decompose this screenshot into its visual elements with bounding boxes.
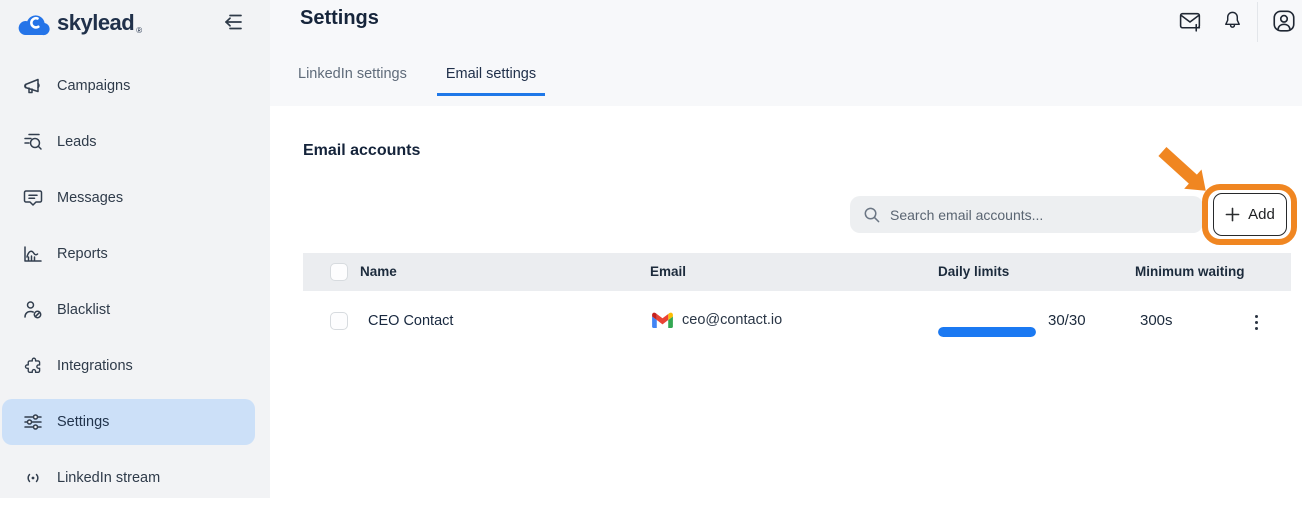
megaphone-icon bbox=[22, 75, 44, 97]
row-actions-menu-button[interactable] bbox=[1244, 308, 1268, 336]
sidebar-item-label: Leads bbox=[57, 134, 97, 150]
search-email-accounts[interactable] bbox=[850, 196, 1203, 233]
sidebar-item-messages[interactable]: Messages bbox=[2, 175, 255, 221]
sidebar-item-label: Settings bbox=[57, 414, 109, 430]
sidebar-item-reports[interactable]: Reports bbox=[2, 231, 255, 277]
sidebar-item-label: LinkedIn stream bbox=[57, 470, 160, 486]
column-header-name: Name bbox=[360, 264, 397, 279]
account-email: ceo@contact.io bbox=[682, 312, 782, 328]
notifications-button[interactable] bbox=[1221, 9, 1244, 32]
collapse-sidebar-icon bbox=[220, 10, 244, 34]
cloud-logo-icon bbox=[16, 11, 50, 36]
add-email-account-button[interactable]: Add bbox=[1213, 193, 1287, 236]
blocked-user-icon bbox=[22, 299, 44, 321]
sliders-icon bbox=[22, 411, 44, 433]
sidebar-item-campaigns[interactable]: Campaigns bbox=[2, 63, 255, 109]
app-root: { "brand": { "name": "skylead", "mark": … bbox=[0, 0, 1302, 498]
sidebar-item-linkedin-stream[interactable]: LinkedIn stream bbox=[2, 455, 255, 501]
tab-linkedin-settings[interactable]: LinkedIn settings bbox=[298, 64, 407, 96]
mail-plus-icon bbox=[1178, 9, 1203, 34]
broadcast-icon bbox=[22, 467, 44, 489]
search-input[interactable] bbox=[890, 207, 1180, 223]
sidebar-item-leads[interactable]: Leads bbox=[2, 119, 255, 165]
kebab-icon bbox=[1255, 315, 1258, 318]
sidebar-item-label: Blacklist bbox=[57, 302, 110, 318]
registered-mark: ® bbox=[136, 26, 142, 35]
column-header-minimum-waiting: Minimum waiting bbox=[1135, 264, 1257, 279]
sidebar-item-label: Campaigns bbox=[57, 78, 130, 94]
add-button-label: Add bbox=[1248, 206, 1275, 223]
page-title: Settings bbox=[300, 7, 379, 30]
account-icon bbox=[1271, 8, 1297, 34]
brand-logo[interactable]: skylead ® bbox=[16, 8, 142, 38]
table-row: CEO Contact ceo@contact.io 30/30 300s bbox=[303, 291, 1291, 352]
chart-icon bbox=[22, 243, 44, 265]
chat-bubble-icon bbox=[22, 187, 44, 209]
brand-name: skylead bbox=[57, 10, 134, 36]
plus-icon bbox=[1225, 207, 1240, 222]
sidebar-item-label: Messages bbox=[57, 190, 123, 206]
puzzle-icon bbox=[22, 355, 44, 377]
sidebar-item-label: Integrations bbox=[57, 358, 133, 374]
leads-search-icon bbox=[22, 131, 44, 153]
section-title: Email accounts bbox=[303, 142, 420, 160]
new-message-button[interactable] bbox=[1178, 9, 1203, 34]
select-all-checkbox[interactable] bbox=[330, 263, 348, 281]
gmail-icon bbox=[652, 312, 673, 328]
sidebar: skylead ® Campaigns Leads bbox=[0, 0, 270, 498]
sidebar-item-blacklist[interactable]: Blacklist bbox=[2, 287, 255, 333]
sidebar-item-settings[interactable]: Settings bbox=[2, 399, 255, 445]
daily-limit-progress-fill bbox=[938, 327, 1036, 337]
account-email-cell: ceo@contact.io bbox=[652, 312, 782, 328]
account-name: CEO Contact bbox=[368, 313, 453, 329]
email-accounts-table-header: Name Email Daily limits Minimum waiting bbox=[303, 253, 1291, 291]
notifications-bell-icon bbox=[1221, 9, 1244, 32]
search-icon bbox=[862, 205, 881, 224]
tab-email-settings[interactable]: Email settings bbox=[437, 64, 545, 96]
sidebar-item-integrations[interactable]: Integrations bbox=[2, 343, 255, 389]
column-header-daily-limits: Daily limits bbox=[938, 264, 1009, 279]
daily-limit-progress bbox=[938, 327, 1036, 337]
settings-tabs: LinkedIn settings Email settings bbox=[298, 64, 545, 96]
row-checkbox[interactable] bbox=[330, 312, 348, 330]
sidebar-item-label: Reports bbox=[57, 246, 108, 262]
annotation-arrow-icon bbox=[1155, 145, 1211, 197]
topbar-divider bbox=[1257, 2, 1258, 42]
collapse-sidebar-button[interactable] bbox=[218, 8, 246, 36]
account-button[interactable] bbox=[1271, 8, 1297, 34]
column-header-email: Email bbox=[650, 264, 686, 279]
sidebar-nav: Campaigns Leads Messages Reports bbox=[2, 63, 255, 511]
minimum-waiting-value: 300s bbox=[1140, 312, 1173, 329]
daily-limit-value: 30/30 bbox=[1048, 312, 1086, 329]
